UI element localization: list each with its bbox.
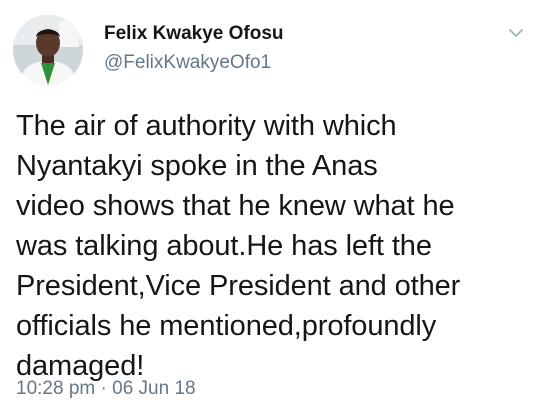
chevron-down-icon[interactable] [505, 22, 527, 44]
profile-photo-icon [13, 15, 83, 85]
tweet-text: The air of authority with which Nyantaky… [16, 110, 461, 382]
tweet-time[interactable]: 10:28 pm [16, 378, 95, 399]
tweet-card: Felix Kwakye Ofosu @FelixKwakyeOfo1 The … [0, 0, 540, 419]
tweet-timestamp[interactable]: 10:28 pm · 06 Jun 18 [16, 378, 196, 400]
avatar[interactable] [13, 15, 83, 85]
author-handle[interactable]: @FelixKwakyeOfo1 [104, 52, 271, 74]
author-name[interactable]: Felix Kwakye Ofosu [104, 23, 284, 45]
tweet-date[interactable]: 06 Jun 18 [112, 378, 195, 399]
meta-separator: · [100, 378, 107, 399]
